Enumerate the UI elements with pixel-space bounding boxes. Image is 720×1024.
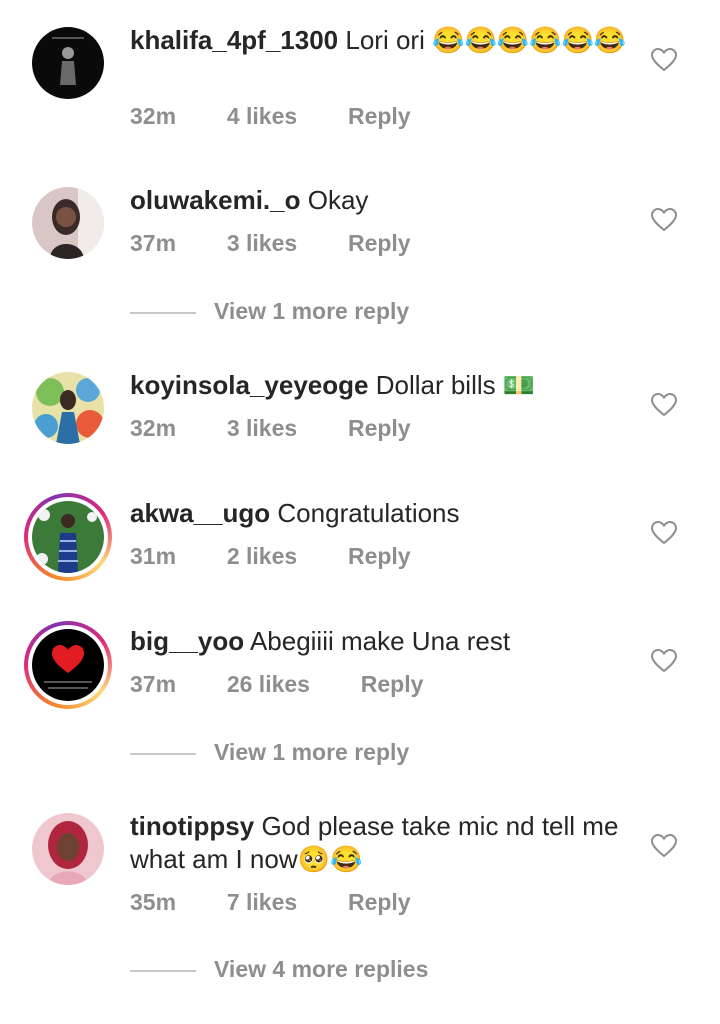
username[interactable]: big__yoo [130,626,244,656]
avatar[interactable] [32,813,104,885]
comment-body: Congratulations [277,498,460,528]
view-more-replies-button[interactable]: View 1 more reply [130,298,430,328]
username[interactable]: akwa__ugo [130,498,270,528]
comment-meta: 37m 3 likes Reply [130,230,411,257]
heart-outline-icon[interactable] [651,521,677,545]
comment-meta: 37m 26 likes Reply [130,671,423,698]
avatar[interactable] [32,372,104,444]
comment-meta: 32m 3 likes Reply [130,415,411,442]
divider-line [130,753,196,755]
timestamp: 32m [130,103,177,129]
timestamp: 37m [130,230,177,256]
view-more-replies-button[interactable]: View 4 more replies [130,956,450,986]
heart-outline-icon[interactable] [651,649,677,673]
reply-button[interactable]: Reply [348,889,411,916]
comment-text: koyinsola_yeyeoge Dollar bills 💵 [130,369,630,402]
comment-body: Abegiiii make Una rest [249,626,511,656]
reply-button[interactable]: Reply [348,103,411,130]
heart-outline-icon[interactable] [651,393,677,417]
comment-body: Okay [307,185,369,215]
heart-outline-icon[interactable] [651,834,677,858]
comment-text: oluwakemi._o Okay [130,184,630,217]
timestamp: 37m [130,671,177,697]
like-count[interactable]: 26 likes [227,671,310,698]
story-ring-avatar[interactable] [24,621,112,709]
comment-meta: 32m 4 likes Reply [130,103,411,130]
username[interactable]: koyinsola_yeyeoge [130,370,368,400]
avatar[interactable] [32,27,104,99]
reply-button[interactable]: Reply [348,230,411,257]
story-ring-avatar[interactable] [24,493,112,581]
reply-button[interactable]: Reply [361,671,424,698]
heart-outline-icon[interactable] [651,48,677,72]
comment-text: big__yoo Abegiiii make Una rest [130,625,630,658]
view-more-replies-label[interactable]: View 1 more reply [214,739,409,766]
divider-line [130,312,196,314]
timestamp: 31m [130,543,177,569]
comment-body: Lori ori 😂😂😂😂😂😂 [345,25,627,55]
like-count[interactable]: 2 likes [227,543,297,570]
like-count[interactable]: 4 likes [227,103,297,130]
view-more-replies-label[interactable]: View 4 more replies [214,956,428,983]
comment-meta: 31m 2 likes Reply [130,543,411,570]
like-count[interactable]: 3 likes [227,415,297,442]
comment-text: akwa__ugo Congratulations [130,497,630,530]
avatar[interactable] [32,187,104,259]
divider-line [130,970,196,972]
like-count[interactable]: 3 likes [227,230,297,257]
reply-button[interactable]: Reply [348,543,411,570]
comment-text: tinotippsy God please take mic nd tell m… [130,810,630,876]
timestamp: 32m [130,415,177,441]
view-more-replies-label[interactable]: View 1 more reply [214,298,409,325]
timestamp: 35m [130,889,177,915]
comment-body: Dollar bills 💵 [375,370,536,400]
heart-outline-icon[interactable] [651,208,677,232]
username[interactable]: tinotippsy [130,811,254,841]
username[interactable]: khalifa_4pf_1300 [130,25,338,55]
reply-button[interactable]: Reply [348,415,411,442]
view-more-replies-button[interactable]: View 1 more reply [130,739,430,769]
username[interactable]: oluwakemi._o [130,185,301,215]
like-count[interactable]: 7 likes [227,889,297,916]
comment-text: khalifa_4pf_1300 Lori ori 😂😂😂😂😂😂 [130,24,630,57]
comment-meta: 35m 7 likes Reply [130,889,411,916]
